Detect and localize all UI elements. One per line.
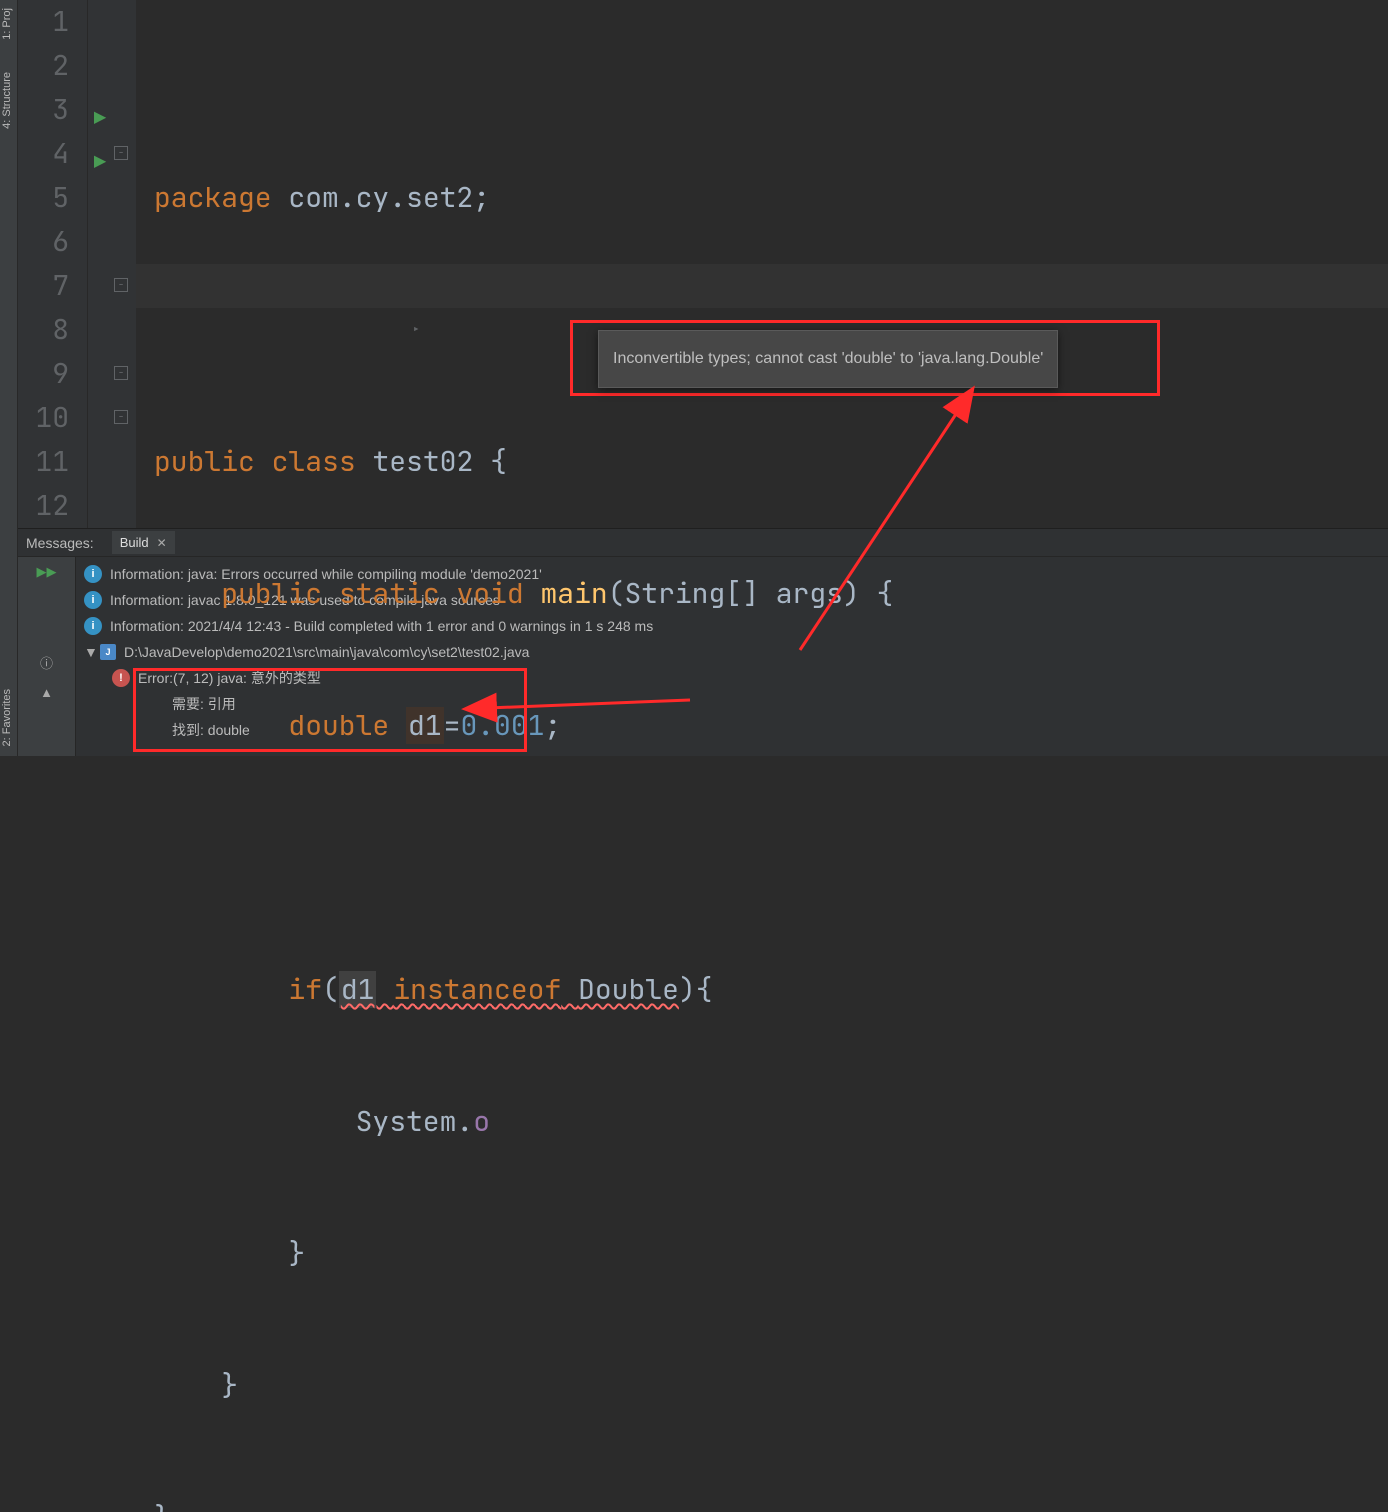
keyword-package: package xyxy=(154,179,272,216)
package-name: com.cy.set2 xyxy=(288,179,473,216)
java-file-icon: J xyxy=(100,644,116,660)
panel-title: Messages: xyxy=(26,535,94,551)
gutter-icons: ▶ ▶ − − − − xyxy=(88,0,136,528)
line-number: 11 xyxy=(18,440,69,484)
line-number: 6 xyxy=(18,220,69,264)
line-number: 1 xyxy=(18,0,69,44)
sidebar-tab-favorites[interactable]: 2: Favorites xyxy=(0,683,14,752)
line-number: 9 xyxy=(18,352,69,396)
fold-icon[interactable]: − xyxy=(114,146,128,160)
line-number: 8 xyxy=(18,308,69,352)
rerun-icon[interactable]: ▶▶ xyxy=(36,561,58,583)
info-icon: i xyxy=(84,617,102,635)
class-name: test02 xyxy=(372,443,473,480)
fold-icon[interactable]: − xyxy=(114,278,128,292)
warning-icon[interactable]: ▲ xyxy=(36,681,58,703)
panel-toolbar: ▶▶ ⓘ ▲ xyxy=(18,557,76,756)
caret-line-highlight xyxy=(136,264,1388,308)
annotation-arrow xyxy=(500,390,1000,715)
line-number: 5 xyxy=(18,176,69,220)
message-file[interactable]: D:\JavaDevelop\demo2021\src\main\java\co… xyxy=(124,639,529,665)
line-number: 3 xyxy=(18,88,69,132)
keyword-class: class xyxy=(272,443,356,480)
line-number: 10 xyxy=(18,396,69,440)
error-icon: ! xyxy=(112,669,130,687)
keyword-instanceof: instanceof xyxy=(393,971,561,1008)
keyword-public: public xyxy=(154,443,255,480)
tree-expand-icon[interactable]: ▼ xyxy=(84,639,98,665)
annotation-arrow xyxy=(470,680,710,745)
left-tool-rail: 1: Proj 4: Structure 2: Favorites xyxy=(0,0,18,756)
fold-icon[interactable]: − xyxy=(114,366,128,380)
panel-tab-build[interactable]: Build ✕ xyxy=(112,531,175,554)
var-d1-use: d1 xyxy=(339,971,377,1008)
line-number: 12 xyxy=(18,484,69,528)
line-number: 7 xyxy=(18,264,69,308)
error-tooltip: Inconvertible types; cannot cast 'double… xyxy=(598,330,1058,388)
gutter-line-numbers: 1 2 3 4 5 6 7 8 9 10 11 12 xyxy=(18,0,88,528)
annotation-box xyxy=(133,668,527,752)
sidebar-tab-project[interactable]: 1: Proj xyxy=(0,2,14,46)
line-number: 2 xyxy=(18,44,69,88)
run-class-icon[interactable]: ▶ xyxy=(94,96,106,140)
close-icon[interactable]: ✕ xyxy=(157,536,167,550)
info-icon[interactable]: ⓘ xyxy=(36,651,58,673)
info-icon: i xyxy=(84,565,102,583)
run-main-icon[interactable]: ▶ xyxy=(94,140,106,184)
line-number: 4 xyxy=(18,132,69,176)
sidebar-tab-structure[interactable]: 4: Structure xyxy=(0,66,14,135)
info-icon: i xyxy=(84,591,102,609)
fold-icon[interactable]: − xyxy=(114,410,128,424)
